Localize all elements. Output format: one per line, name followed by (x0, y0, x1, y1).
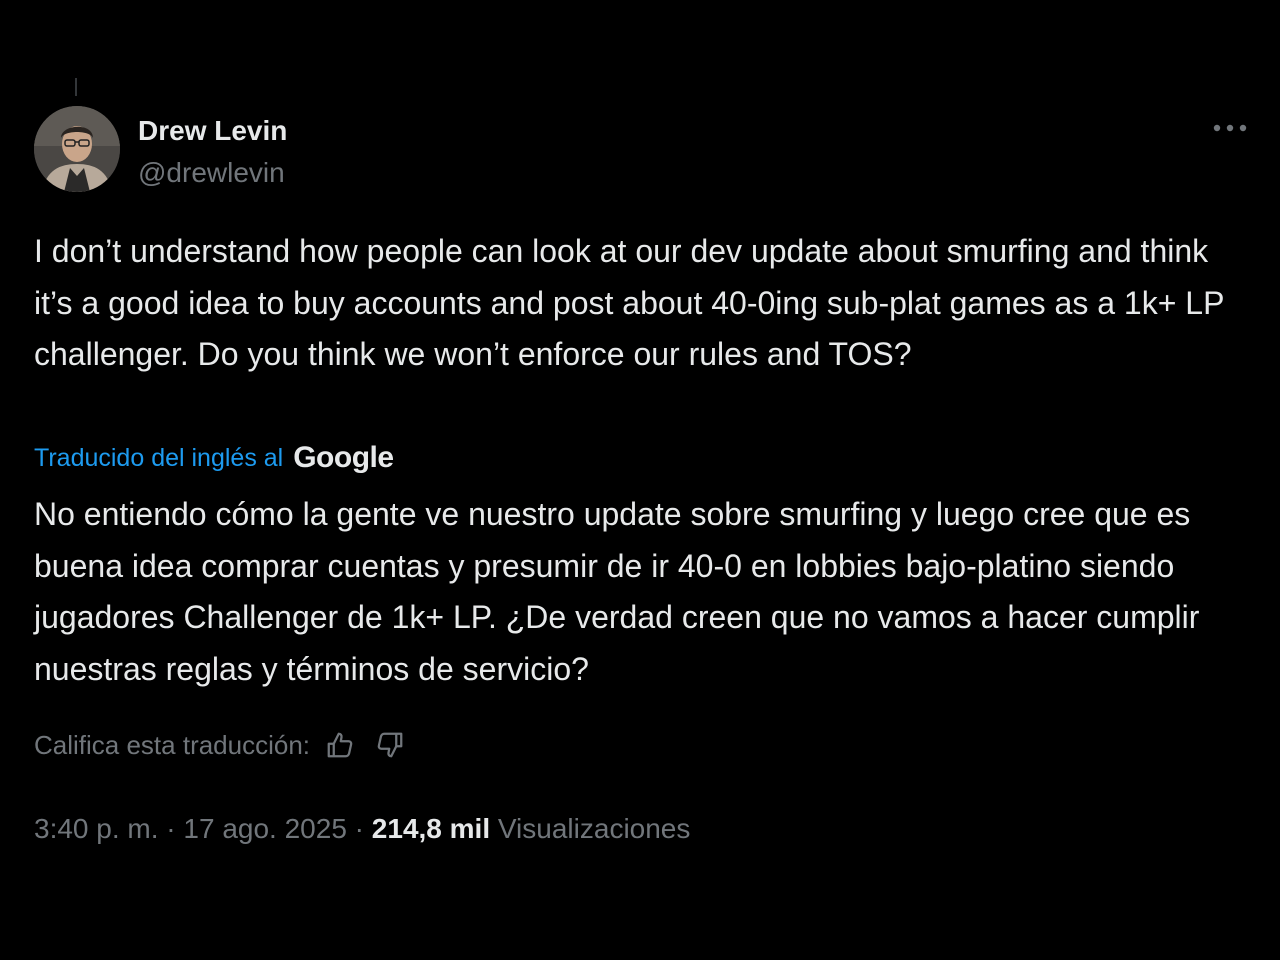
translated-from-link[interactable]: Traducido del inglés al (34, 444, 283, 473)
avatar[interactable] (34, 106, 120, 192)
author-display-name[interactable]: Drew Levin (138, 114, 287, 148)
author-handle[interactable]: @drewlevin (138, 156, 287, 190)
thumbs-down-icon (377, 732, 403, 758)
more-options-button[interactable] (1210, 116, 1250, 140)
thread-connector-line (75, 78, 77, 96)
tweet-time[interactable]: 3:40 p. m. (34, 813, 159, 845)
translated-text: No entiendo cómo la gente ve nuestro upd… (34, 496, 1200, 687)
views-count: 214,8 mil (371, 813, 491, 844)
tweet-text: I don’t understand how people can look a… (34, 233, 1224, 372)
tweet-header: Drew Levin @drewlevin (34, 106, 1247, 194)
translation-attribution: Traducido del inglés al Google (34, 438, 394, 478)
avatar-photo (34, 106, 120, 192)
rate-translation-label: Califica esta traducción: (34, 729, 311, 760)
views-label[interactable]: Visualizaciones (498, 813, 691, 845)
thumbs-up-icon (327, 732, 353, 758)
tweet-date[interactable]: 17 ago. 2025 (183, 813, 347, 845)
meta-separator: · (346, 813, 372, 844)
google-logo: Google (293, 441, 394, 474)
more-horizontal-icon (1213, 124, 1247, 132)
rate-up-button[interactable] (320, 725, 360, 765)
views-spacer (490, 813, 498, 845)
rate-down-button[interactable] (370, 725, 410, 765)
rate-translation-row: Califica esta traducción: (34, 722, 410, 768)
tweet-meta: 3:40 p. m. · 17 ago. 2025 · 214,8 mil Vi… (34, 808, 690, 850)
author-names: Drew Levin @drewlevin (138, 114, 287, 190)
meta-separator: · (158, 813, 184, 844)
